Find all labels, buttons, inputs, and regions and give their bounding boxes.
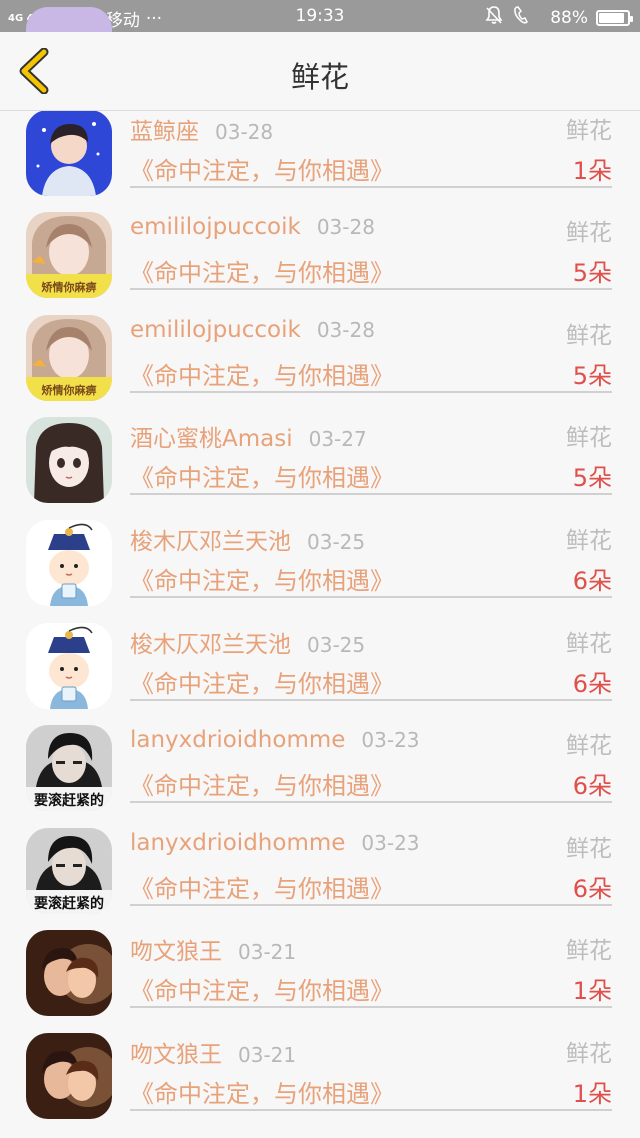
sender-name-text: lanyxdrioidhomme (130, 829, 346, 856)
gift-type: 鲜花 (566, 733, 612, 760)
gift-date: 03-25 (307, 632, 366, 657)
book-title[interactable]: 《命中注定，与你相遇》 (130, 1074, 394, 1109)
book-title[interactable]: 《命中注定，与你相遇》 (130, 458, 394, 493)
list-item[interactable]: 吻文狼王 03-21 鲜花 《命中注定，与你相遇》 1朵 (0, 1019, 640, 1122)
gift-date: 03-28 (316, 317, 375, 342)
list-item[interactable]: 梭木仄邓兰天池 03-25 鲜花 《命中注定，与你相遇》 6朵 (0, 609, 640, 712)
gift-type: 鲜花 (566, 322, 612, 349)
flower-count: 5朵 (572, 361, 612, 390)
divider (130, 390, 612, 393)
gift-type: 鲜花 (566, 220, 612, 247)
list-item[interactable]: 要滚赶紧的 lanyxdrioidhomme 03-23 鲜花 《命中注定，与你相… (0, 711, 640, 814)
nav-header: 鲜花 (0, 32, 640, 111)
divider (130, 595, 612, 598)
flower-count: 1朵 (572, 156, 612, 185)
page-title: 鲜花 (290, 60, 349, 94)
divider (130, 1108, 612, 1111)
avatar[interactable]: 矫情你麻痹 (26, 212, 112, 299)
gift-type: 鲜花 (566, 1040, 612, 1067)
gift-type: 鲜花 (566, 425, 612, 452)
gift-date: 03-27 (308, 427, 367, 452)
sender-name[interactable]: 梭木仄邓兰天池 03-25 (130, 625, 365, 659)
gift-type: 鲜花 (566, 630, 612, 657)
gift-date: 03-21 (238, 940, 297, 965)
divider (130, 801, 612, 804)
divider (130, 493, 612, 496)
avatar[interactable] (26, 1032, 112, 1119)
book-title[interactable]: 《命中注定，与你相遇》 (130, 356, 394, 391)
book-title[interactable]: 《命中注定，与你相遇》 (130, 664, 394, 699)
divider (130, 185, 612, 188)
list-item[interactable]: 吻文狼王 03-21 鲜花 《命中注定，与你相遇》 1朵 (0, 916, 640, 1019)
sender-name[interactable]: lanyxdrioidhomme 03-23 (130, 727, 420, 753)
sender-name[interactable]: 吻文狼王 03-21 (130, 1035, 296, 1069)
sender-name-text: 梭木仄邓兰天池 (130, 631, 291, 658)
flower-count: 6朵 (572, 669, 612, 698)
gift-type: 鲜花 (566, 938, 612, 965)
gift-date: 03-25 (307, 529, 366, 554)
book-title[interactable]: 《命中注定，与你相遇》 (130, 766, 394, 801)
avatar[interactable]: 要滚赶紧的 (26, 827, 112, 914)
list-item[interactable]: 酒心蜜桃Amasi 03-27 鲜花 《命中注定，与你相遇》 5朵 (0, 403, 640, 506)
avatar[interactable] (26, 417, 112, 504)
flower-count: 1朵 (572, 1079, 612, 1108)
divider (130, 698, 612, 701)
flower-count: 5朵 (572, 464, 612, 493)
sender-name-text: 吻文狼王 (130, 1041, 222, 1068)
svg-text:要滚赶紧的: 要滚赶紧的 (34, 895, 104, 912)
svg-text:矫情你麻痹: 矫情你麻痹 (42, 383, 97, 397)
avatar[interactable] (26, 109, 112, 196)
sender-name[interactable]: lanyxdrioidhomme 03-23 (130, 830, 420, 856)
sender-name-text: 蓝鲸座 (130, 118, 199, 145)
list-item[interactable]: 梭木仄邓兰天池 03-25 鲜花 《命中注定，与你相遇》 6朵 (0, 506, 640, 609)
sender-name[interactable]: emililojpuccoik 03-28 (130, 317, 375, 343)
sender-name-text: emililojpuccoik (130, 214, 301, 241)
avatar[interactable]: 要滚赶紧的 (26, 725, 112, 812)
flower-count: 5朵 (572, 259, 612, 288)
sender-name[interactable]: 吻文狼王 03-21 (130, 932, 296, 966)
gift-type: 鲜花 (566, 527, 612, 554)
gift-date: 03-23 (361, 728, 420, 753)
sender-name-text: 酒心蜜桃Amasi (130, 426, 293, 453)
svg-text:要滚赶紧的: 要滚赶紧的 (34, 792, 104, 809)
list-item[interactable]: 要滚赶紧的 lanyxdrioidhomme 03-23 鲜花 《命中注定，与你相… (0, 814, 640, 917)
sender-name-text: 吻文狼王 (130, 939, 222, 966)
sender-name[interactable]: emililojpuccoik 03-28 (130, 214, 375, 240)
sender-name-text: 梭木仄邓兰天池 (130, 528, 291, 555)
avatar[interactable] (26, 519, 112, 606)
svg-text:矫情你麻痹: 矫情你麻痹 (42, 280, 97, 294)
flower-count: 6朵 (572, 566, 612, 595)
list-item[interactable]: 矫情你麻痹 emililojpuccoik 03-28 鲜花 《命中注定，与你相遇… (0, 198, 640, 301)
gift-date: 03-28 (215, 119, 274, 144)
book-title[interactable]: 《命中注定，与你相遇》 (130, 151, 394, 186)
list-item[interactable]: 矫情你麻痹 emililojpuccoik 03-28 鲜花 《命中注定，与你相遇… (0, 301, 640, 404)
book-title[interactable]: 《命中注定，与你相遇》 (130, 971, 394, 1006)
divider (130, 1006, 612, 1009)
flower-count: 1朵 (572, 977, 612, 1006)
gift-type: 鲜花 (566, 835, 612, 862)
sender-name-text: lanyxdrioidhomme (130, 727, 346, 754)
flower-count: 6朵 (572, 874, 612, 903)
sender-name[interactable]: 梭木仄邓兰天池 03-25 (130, 522, 365, 556)
sender-name[interactable]: 蓝鲸座 03-28 (130, 112, 273, 146)
book-title[interactable]: 《命中注定，与你相遇》 (130, 869, 394, 904)
avatar[interactable] (26, 930, 112, 1017)
gift-date: 03-28 (316, 215, 375, 240)
divider (130, 288, 612, 291)
avatar[interactable]: 矫情你麻痹 (26, 314, 112, 401)
gift-date: 03-21 (238, 1042, 297, 1067)
sender-name-text: emililojpuccoik (130, 316, 301, 343)
avatar[interactable] (26, 622, 112, 709)
gift-type: 鲜花 (566, 117, 612, 144)
divider (130, 903, 612, 906)
gift-date: 03-23 (361, 830, 420, 855)
flower-count: 6朵 (572, 772, 612, 801)
book-title[interactable]: 《命中注定，与你相遇》 (130, 253, 394, 288)
flower-list[interactable]: 《命中注定，与你相遇》 1朵 蓝鲸座 03-28 鲜花 《命中注定，与你相遇》 1… (0, 0, 640, 1122)
sender-name[interactable]: 酒心蜜桃Amasi 03-27 (130, 419, 367, 453)
book-title[interactable]: 《命中注定，与你相遇》 (130, 561, 394, 596)
